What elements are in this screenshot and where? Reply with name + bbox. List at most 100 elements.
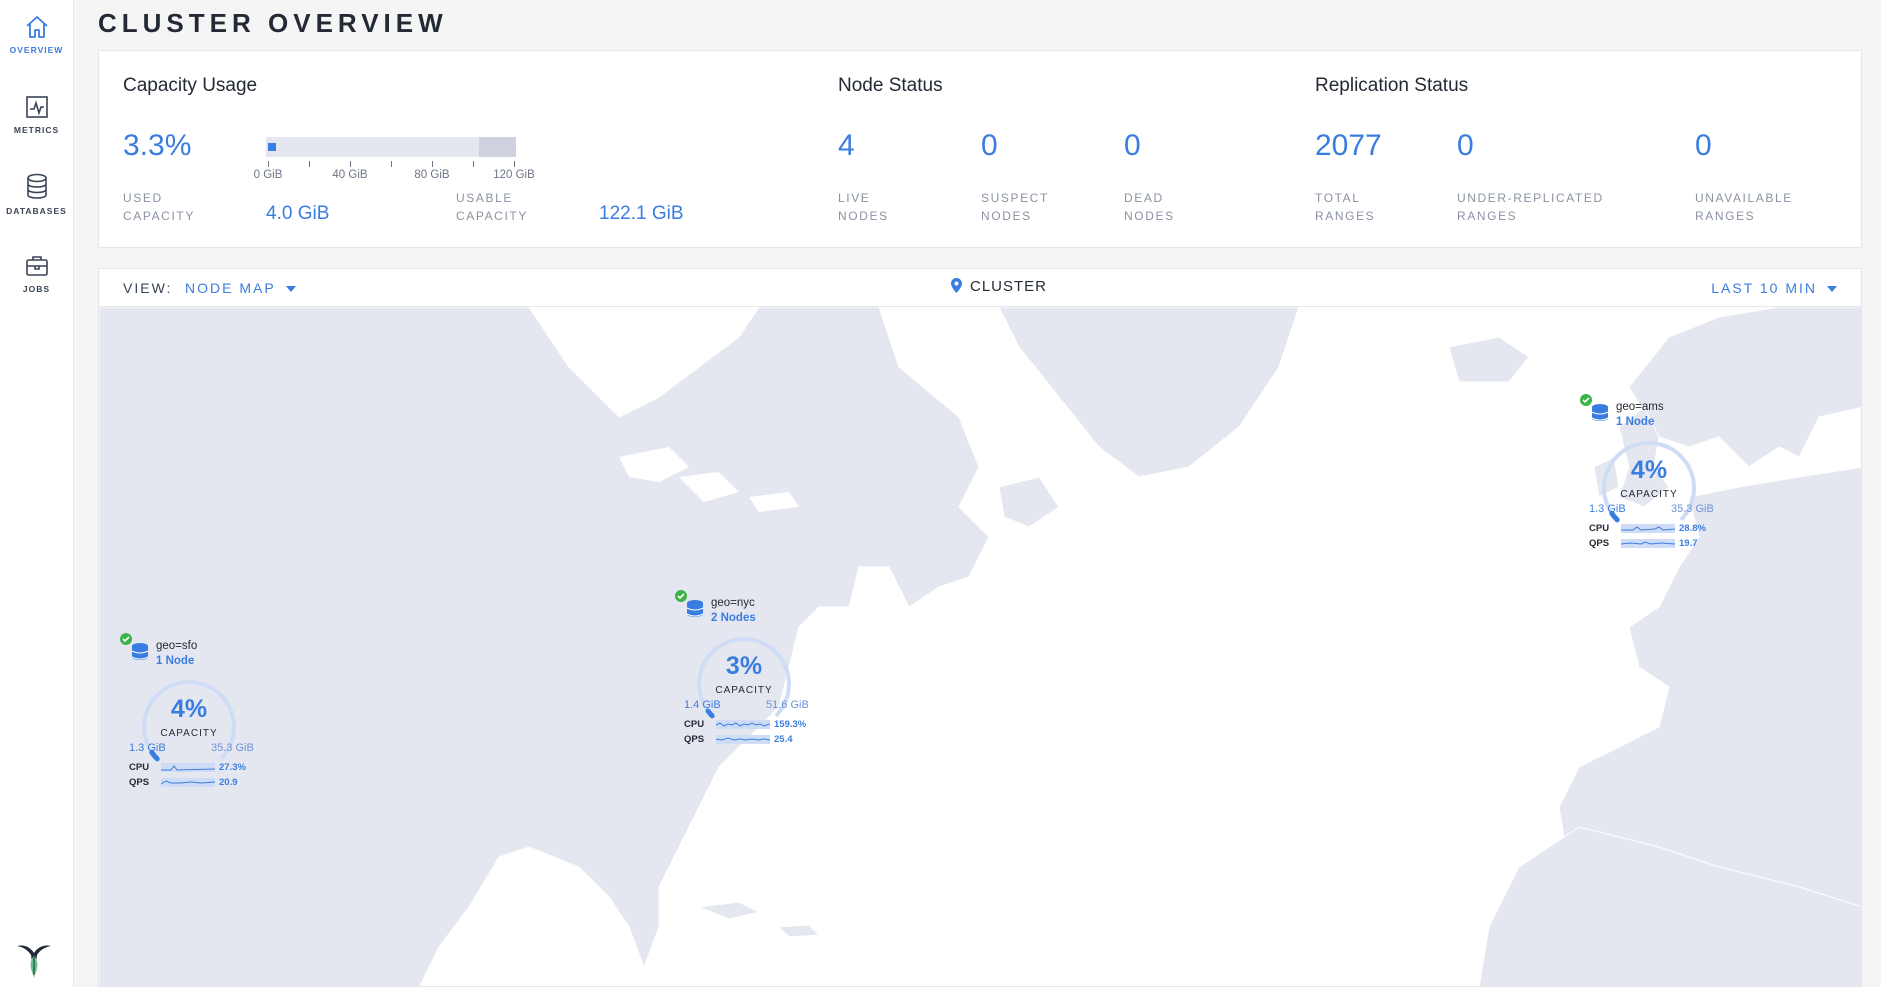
cpu-label: CPU xyxy=(1589,523,1610,534)
capacity-percent: 3% xyxy=(725,652,763,680)
cpu-value: 27.3% xyxy=(219,762,246,773)
unavailable-ranges-label: UNAVAILABLE RANGES xyxy=(1695,191,1793,223)
usable-capacity-value: 122.1 GiB xyxy=(599,203,684,224)
used-capacity: 1.3 GiB xyxy=(129,742,166,754)
capacity-tick xyxy=(473,161,474,167)
cpu-sparkline xyxy=(1621,524,1675,533)
qps-sparkline xyxy=(161,778,215,787)
sidebar-item-label: JOBS xyxy=(22,284,51,294)
view-dropdown-value: NODE MAP xyxy=(185,280,276,296)
qps-label: QPS xyxy=(129,777,150,788)
capacity-tick xyxy=(514,161,515,167)
sidebar: OVERVIEW METRICS DATABASES JOBS xyxy=(0,0,74,987)
database-stack-icon xyxy=(1591,404,1609,421)
capacity-label: CAPACITY xyxy=(715,685,773,696)
view-dropdown[interactable]: NODE MAP xyxy=(185,280,296,296)
capacity-tick xyxy=(391,161,392,167)
dead-nodes-count[interactable]: 0 xyxy=(1124,129,1141,163)
cpu-label: CPU xyxy=(684,719,705,730)
capacity-percent: 4% xyxy=(1630,456,1668,484)
cpu-sparkline xyxy=(716,720,770,729)
breadcrumb-label: CLUSTER xyxy=(970,278,1048,295)
live-nodes-count[interactable]: 4 xyxy=(838,129,855,163)
page-title: CLUSTER OVERVIEW xyxy=(98,8,448,38)
cockroach-logo-icon xyxy=(17,945,51,978)
qps-value: 19.7 xyxy=(1679,538,1698,549)
unavailable-ranges-count: 0 xyxy=(1695,129,1712,162)
qps-value: 25.4 xyxy=(774,734,793,745)
usable-capacity: 35.3 GiB xyxy=(1671,503,1714,515)
used-capacity-value: 4.0 GiB xyxy=(266,203,330,224)
locality-nyc[interactable]: geo=nyc 2 Nodes 3% CAPACITY 1.4 GiB 51.6… xyxy=(674,589,814,769)
replication-status-title: Replication Status xyxy=(1315,75,1469,96)
capacity-label: CAPACITY xyxy=(160,728,218,739)
locality-ams[interactable]: geo=ams 1 Node 4% CAPACITY 1.3 GiB 35.3 … xyxy=(1579,393,1719,573)
capacity-tick-label: 40 GiB xyxy=(332,169,368,181)
locality-node-count: 2 Nodes xyxy=(711,612,756,624)
qps-sparkline xyxy=(1621,539,1675,548)
qps-value: 20.9 xyxy=(219,777,238,788)
capacity-tick-label: 80 GiB xyxy=(414,169,450,181)
qps-sparkline xyxy=(716,735,770,744)
sidebar-item-metrics[interactable]: METRICS xyxy=(0,94,73,135)
sidebar-item-label: DATABASES xyxy=(6,206,67,216)
map-toolbar: VIEW: NODE MAP CLUSTER LAST 10 MIN xyxy=(99,269,1861,307)
cpu-value: 28.8% xyxy=(1679,523,1706,534)
cockroach-logo[interactable] xyxy=(13,940,55,987)
capacity-tick-label: 120 GiB xyxy=(493,169,535,181)
qps-label: QPS xyxy=(684,734,705,745)
locality-name: geo=nyc xyxy=(711,597,755,609)
dead-nodes-label: DEAD NODES xyxy=(1124,191,1175,223)
capacity-tick-label: 0 GiB xyxy=(253,169,283,181)
world-map[interactable]: geo=sfo 1 Node 4% CAPACITY 1.3 GiB 35.3 … xyxy=(99,307,1861,986)
capacity-percent: 4% xyxy=(170,695,208,723)
capacity-bar-unusable xyxy=(479,137,516,157)
usable-capacity: 35.3 GiB xyxy=(211,742,254,754)
time-range-value: LAST 10 MIN xyxy=(1711,280,1817,296)
cluster-summary: Capacity Usage 3.3% 0 GiB 40 GiB 80 GiB … xyxy=(98,50,1862,248)
capacity-bar-used xyxy=(268,143,276,151)
locality-sfo[interactable]: geo=sfo 1 Node 4% CAPACITY 1.3 GiB 35.3 … xyxy=(119,632,259,812)
locality-name: geo=sfo xyxy=(156,640,198,652)
locality-node-count: 1 Node xyxy=(156,655,195,667)
capacity-percent: 3.3% xyxy=(123,129,192,162)
capacity-tick xyxy=(268,161,269,167)
node-status-title: Node Status xyxy=(838,75,943,96)
cpu-sparkline xyxy=(161,763,215,772)
view-label: VIEW: xyxy=(123,280,173,296)
sidebar-item-label: METRICS xyxy=(13,125,60,135)
qps-label: QPS xyxy=(1589,538,1610,549)
capacity-tick xyxy=(432,161,433,167)
breadcrumb[interactable]: CLUSTER xyxy=(951,278,1047,295)
time-range-dropdown[interactable]: LAST 10 MIN xyxy=(1711,280,1837,296)
database-stack-icon xyxy=(686,600,704,617)
cpu-label: CPU xyxy=(129,762,150,773)
sidebar-item-databases[interactable]: DATABASES xyxy=(0,173,73,216)
node-map-panel: VIEW: NODE MAP CLUSTER LAST 10 MIN geo=s… xyxy=(98,268,1862,987)
capacity-label: CAPACITY xyxy=(1620,489,1678,500)
home-icon xyxy=(25,16,48,38)
caret-down-icon xyxy=(285,286,296,293)
total-ranges-count: 2077 xyxy=(1315,129,1382,162)
caret-down-icon xyxy=(1827,286,1837,293)
capacity-usage-title: Capacity Usage xyxy=(123,75,258,96)
cpu-value: 159.3% xyxy=(774,719,807,730)
sidebar-item-overview[interactable]: OVERVIEW xyxy=(0,14,73,55)
sidebar-item-jobs[interactable]: JOBS xyxy=(0,253,73,294)
gauge-fill xyxy=(705,708,715,719)
sidebar-item-label: OVERVIEW xyxy=(9,45,64,55)
under-replicated-label: UNDER-REPLICATED RANGES xyxy=(1457,191,1604,223)
database-stack-icon xyxy=(131,643,149,660)
used-capacity: 1.3 GiB xyxy=(1589,503,1626,515)
map-pin-icon xyxy=(951,278,962,293)
used-capacity: 1.4 GiB xyxy=(684,699,721,711)
locality-node-count: 1 Node xyxy=(1616,416,1655,428)
capacity-tick xyxy=(350,161,351,167)
database-icon xyxy=(26,173,47,199)
locality-name: geo=ams xyxy=(1616,401,1664,413)
suspect-nodes-count[interactable]: 0 xyxy=(981,129,998,163)
chart-icon xyxy=(25,96,48,118)
capacity-tick xyxy=(309,161,310,167)
briefcase-icon xyxy=(25,256,48,276)
usable-capacity: 51.6 GiB xyxy=(766,699,809,711)
